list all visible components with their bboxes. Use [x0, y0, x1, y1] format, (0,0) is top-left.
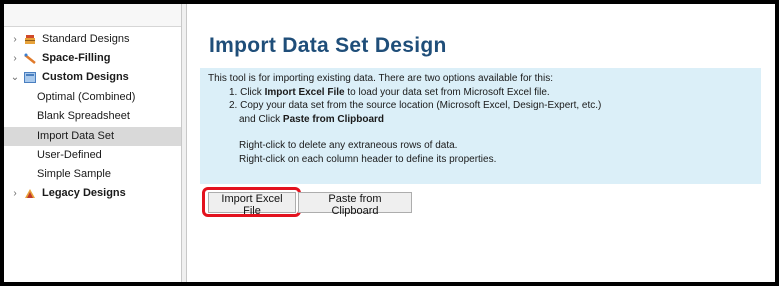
tree-item-label: Simple Sample [37, 168, 111, 180]
info-step-2: 2. Copy your data set from the source lo… [229, 100, 602, 111]
tree-item-legacy-designs[interactable]: › Legacy Designs [4, 184, 181, 203]
page-title: Import Data Set Design [209, 34, 447, 57]
tree-item-space-filling[interactable]: › Space-Filling [4, 49, 181, 68]
tree-item-simple-sample[interactable]: Simple Sample [4, 165, 181, 184]
sidebar-header [4, 4, 181, 27]
space-filling-icon [24, 53, 36, 64]
tree-item-label: Legacy Designs [42, 187, 126, 199]
tree-item-user-defined[interactable]: User-Defined [4, 146, 181, 165]
tree-item-import-data-set[interactable]: Import Data Set [4, 127, 181, 146]
tree-item-label: Custom Designs [42, 71, 129, 83]
info-note-2: Right-click on each column header to def… [239, 153, 497, 165]
chevron-right-icon[interactable]: › [10, 49, 20, 68]
design-tree-sidebar: › Standard Designs › Space-Filling ⌄ Cus… [4, 4, 181, 282]
import-excel-file-button[interactable]: Import Excel File [208, 192, 296, 217]
tree-item-custom-designs[interactable]: ⌄ Custom Designs [4, 68, 181, 87]
tree-item-blank-spreadsheet[interactable]: Blank Spreadsheet [4, 107, 181, 126]
tree-item-label: Optimal (Combined) [37, 91, 136, 103]
custom-designs-icon [24, 72, 36, 83]
chevron-right-icon[interactable]: › [10, 184, 20, 203]
paste-from-clipboard-button[interactable]: Paste from Clipboard [298, 192, 412, 217]
tree-item-optimal-combined[interactable]: Optimal (Combined) [4, 88, 181, 107]
tree-item-label: User-Defined [37, 149, 102, 161]
standard-designs-icon [25, 35, 35, 44]
step2-bold: Paste from Clipboard [282, 113, 385, 125]
info-box: This tool is for importing existing data… [200, 68, 761, 184]
info-note-1: Right-click to delete any extraneous row… [239, 140, 458, 151]
step2-prefix: and Click [239, 113, 283, 125]
chevron-right-icon[interactable]: › [10, 30, 20, 49]
tree-item-label: Blank Spreadsheet [37, 110, 130, 122]
step1-prefix: 1. Click [229, 86, 265, 98]
info-step-1: 1. Click Import Excel File to load your … [208, 86, 753, 100]
tree-item-label: Import Data Set [37, 130, 115, 142]
tree-item-label: Space-Filling [42, 52, 111, 64]
step1-bold: Import Excel File [264, 86, 345, 98]
step1-suffix: to load your data set from Microsoft Exc… [344, 86, 550, 98]
info-intro: This tool is for importing existing data… [208, 73, 553, 84]
info-step-2-cont: and Click Paste from Clipboard [208, 113, 753, 127]
chevron-down-icon[interactable]: ⌄ [10, 68, 20, 87]
legacy-designs-icon [25, 189, 35, 198]
tree-item-label: Standard Designs [42, 33, 130, 45]
main-panel: Import Data Set Design This tool is for … [187, 4, 775, 282]
tree-item-standard-designs[interactable]: › Standard Designs [4, 30, 181, 49]
